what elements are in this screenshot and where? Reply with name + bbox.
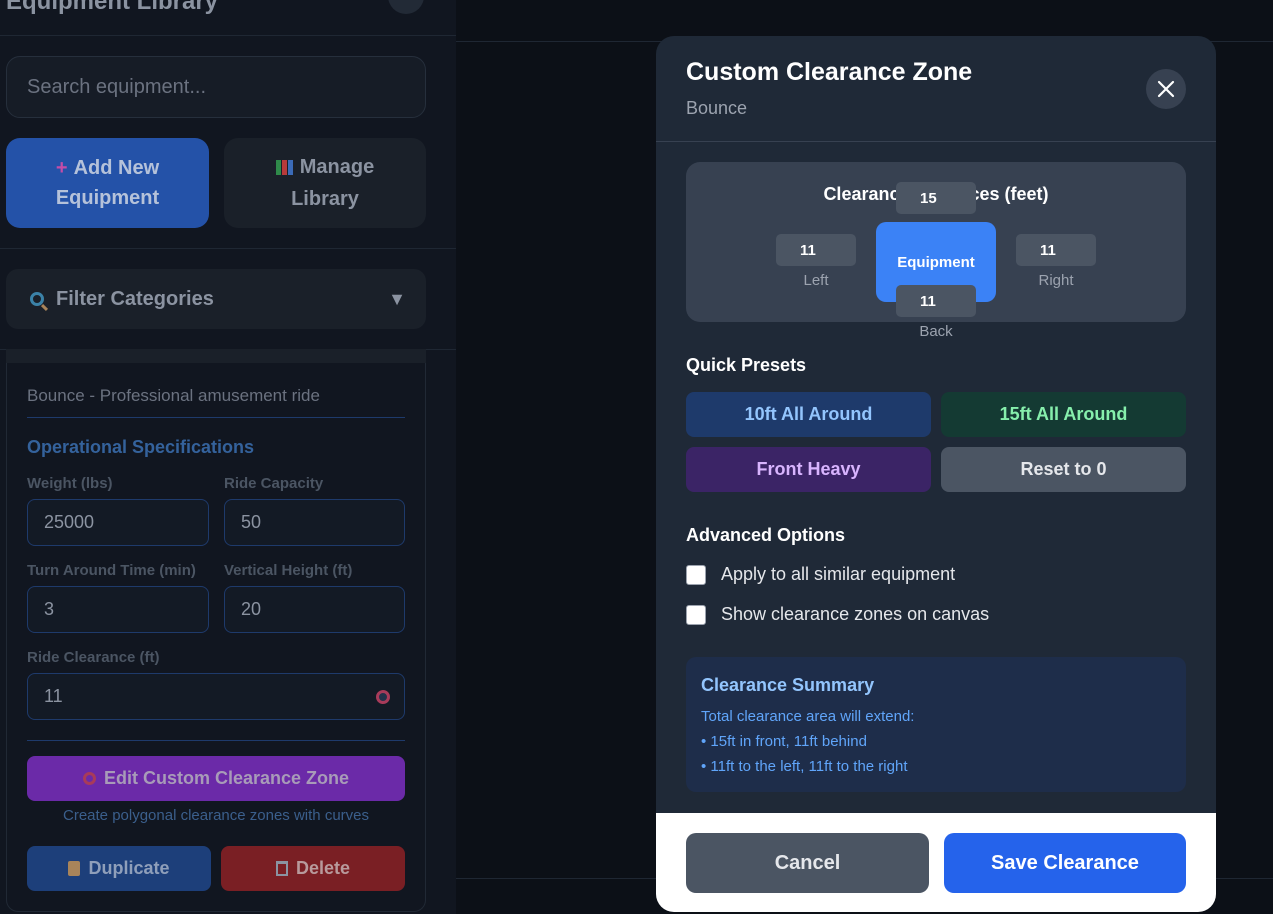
- apply-similar-option[interactable]: Apply to all similar equipment: [686, 564, 955, 585]
- show-zones-label: Show clearance zones on canvas: [721, 604, 990, 624]
- equipment-card-header: [6, 349, 426, 363]
- manage-library-button[interactable]: Manage Library: [224, 138, 426, 228]
- show-zones-checkbox[interactable]: [686, 604, 706, 625]
- height-field[interactable]: [224, 586, 405, 633]
- height-label: Vertical Height (ft): [224, 562, 353, 579]
- delete-button[interactable]: Delete: [221, 846, 405, 891]
- summary-intro: Total clearance area will extend:: [701, 708, 915, 725]
- turnaround-field[interactable]: [27, 586, 209, 633]
- clipboard-icon: [68, 861, 81, 876]
- back-label: Back: [919, 323, 953, 340]
- apply-similar-label: Apply to all similar equipment: [721, 564, 956, 584]
- sidebar-header: Equipment Library: [0, 0, 456, 36]
- filter-categories-toggle[interactable]: Filter Categories ▼: [6, 269, 426, 329]
- edit-clearance-zone-label: Edit Custom Clearance Zone: [103, 768, 350, 788]
- right-clearance-input[interactable]: [1016, 234, 1096, 266]
- apply-similar-checkbox[interactable]: [686, 564, 706, 585]
- manage-library-label: Manage Library: [291, 156, 375, 210]
- turnaround-label: Turn Around Time (min): [27, 562, 196, 579]
- search-input[interactable]: [6, 56, 426, 118]
- sidebar-collapse-button[interactable]: [388, 0, 424, 14]
- modal-subtitle: Bounce: [686, 98, 748, 118]
- equipment-description: Bounce - Professional amusement ride: [27, 386, 320, 405]
- add-equipment-button[interactable]: + Add New Equipment: [6, 138, 209, 228]
- modal-footer: Cancel Save Clearance: [656, 813, 1216, 912]
- right-label: Right: [1038, 272, 1074, 289]
- clearance-distances-panel: Clearance Distances (feet) Equipment Lef…: [686, 162, 1186, 340]
- preset-10ft-button[interactable]: 10ft All Around: [686, 392, 931, 437]
- spec-section-title: Operational Specifications: [27, 437, 255, 457]
- cancel-button[interactable]: Cancel: [686, 833, 929, 893]
- sidebar-title: Equipment Library: [6, 0, 219, 15]
- back-clearance-input[interactable]: [896, 285, 976, 317]
- clearance-label: Ride Clearance (ft): [27, 649, 160, 666]
- summary-left-right: • 11ft to the left, 11ft to the right: [701, 758, 908, 775]
- divider: [27, 417, 405, 418]
- edit-clearance-zone-button[interactable]: Edit Custom Clearance Zone: [27, 756, 405, 801]
- summary-front-back: • 15ft in front, 11ft behind: [701, 733, 867, 750]
- capacity-label: Ride Capacity: [224, 475, 324, 492]
- delete-label: Delete: [295, 858, 351, 878]
- close-icon: [1157, 80, 1175, 98]
- clearance-field[interactable]: [27, 673, 405, 720]
- edit-zone-hint: Create polygonal clearance zones with cu…: [63, 807, 369, 824]
- equipment-sidebar: Equipment Library +Add New Equipment Man…: [0, 0, 456, 914]
- trash-icon: [275, 861, 288, 876]
- weight-field[interactable]: [27, 499, 209, 546]
- close-button[interactable]: [1146, 69, 1186, 109]
- modal-title: Custom Clearance Zone: [686, 58, 973, 86]
- advanced-options-title: Advanced Options: [686, 525, 846, 545]
- plus-icon: +: [55, 157, 68, 179]
- show-zones-option[interactable]: Show clearance zones on canvas: [686, 604, 989, 625]
- preset-front-heavy-button[interactable]: Front Heavy: [686, 447, 931, 492]
- left-label: Left: [803, 272, 829, 289]
- add-equipment-label: Add New Equipment: [55, 157, 160, 209]
- quick-presets-title: Quick Presets: [686, 355, 807, 375]
- filter-label: Filter Categories: [56, 287, 214, 310]
- target-icon: [82, 772, 96, 785]
- canvas-bottom-divider: [1216, 878, 1273, 879]
- divider: [656, 141, 1216, 142]
- canvas-bottom-divider: [456, 878, 656, 879]
- clearance-zone-modal: Custom Clearance Zone Bounce Clearance D…: [656, 36, 1216, 912]
- front-clearance-input[interactable]: [896, 182, 976, 214]
- weight-label: Weight (lbs): [27, 475, 113, 492]
- preset-reset-button[interactable]: Reset to 0: [941, 447, 1186, 492]
- preset-15ft-button[interactable]: 15ft All Around: [941, 392, 1186, 437]
- divider: [0, 248, 456, 249]
- left-clearance-input[interactable]: [776, 234, 856, 266]
- books-icon: [275, 154, 294, 184]
- summary-title: Clearance Summary: [701, 675, 875, 695]
- capacity-field[interactable]: [224, 499, 405, 546]
- duplicate-button[interactable]: Duplicate: [27, 846, 211, 891]
- duplicate-label: Duplicate: [88, 858, 170, 878]
- magnifier-icon: [30, 292, 44, 306]
- caret-down-icon: ▼: [388, 288, 406, 309]
- save-clearance-button[interactable]: Save Clearance: [944, 833, 1186, 893]
- divider: [27, 740, 405, 741]
- clearance-summary: Clearance Summary Total clearance area w…: [686, 657, 1186, 792]
- target-icon[interactable]: [376, 690, 390, 704]
